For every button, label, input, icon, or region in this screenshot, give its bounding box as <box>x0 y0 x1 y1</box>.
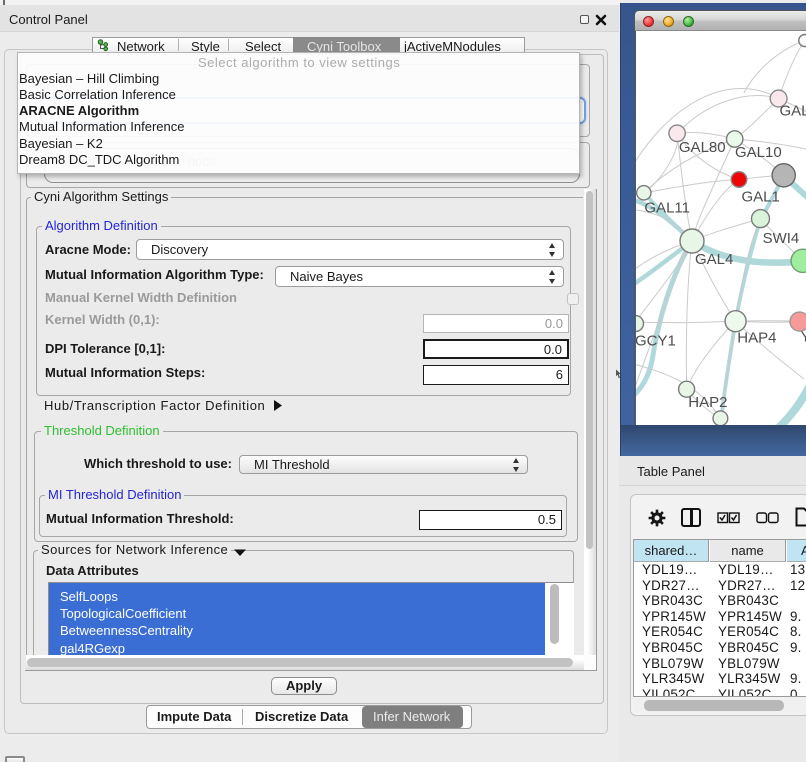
svg-text:Y: Y <box>801 329 806 346</box>
svg-text:GAL11: GAL11 <box>644 200 690 217</box>
svg-text:GCY1: GCY1 <box>636 333 676 350</box>
svg-text:GAL1: GAL1 <box>742 189 780 206</box>
svg-text:GAL10: GAL10 <box>735 144 782 161</box>
svg-text:GAL4: GAL4 <box>695 251 733 268</box>
svg-text:GAL80: GAL80 <box>679 139 726 156</box>
svg-text:HAP4: HAP4 <box>737 329 776 346</box>
svg-text:HAP2: HAP2 <box>688 394 727 411</box>
svg-text:GAL2: GAL2 <box>780 102 806 119</box>
svg-text:SWI4: SWI4 <box>763 230 800 247</box>
